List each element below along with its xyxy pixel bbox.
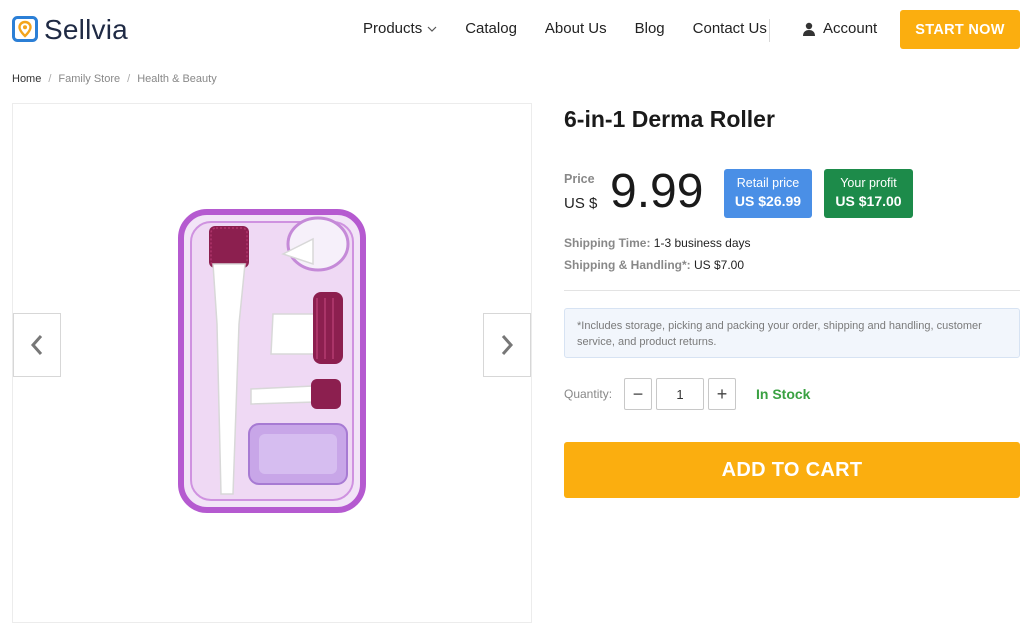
nav-products[interactable]: Products bbox=[363, 20, 437, 37]
chevron-down-icon bbox=[427, 26, 437, 32]
nav-contact-us-label: Contact Us bbox=[692, 20, 767, 37]
location-pin-logo-icon bbox=[12, 16, 38, 42]
shipping-handling-row: Shipping & Handling*: US $7.00 bbox=[564, 258, 744, 272]
quantity-input[interactable] bbox=[656, 378, 704, 410]
logo[interactable]: Sellvia bbox=[12, 14, 128, 46]
nav-divider bbox=[769, 19, 770, 42]
minus-icon: − bbox=[632, 383, 644, 404]
product-title: 6-in-1 Derma Roller bbox=[564, 106, 775, 132]
breadcrumb-family-store[interactable]: Family Store bbox=[58, 73, 120, 85]
user-icon bbox=[803, 22, 815, 36]
quantity-increase-button[interactable]: + bbox=[708, 378, 736, 410]
nav-about-us-label: About Us bbox=[544, 20, 607, 37]
account-link[interactable]: Account bbox=[802, 20, 877, 37]
breadcrumb-separator: / bbox=[127, 73, 131, 85]
gallery-next-button[interactable] bbox=[483, 313, 531, 377]
product-image[interactable] bbox=[173, 204, 373, 514]
stock-status: In Stock bbox=[756, 386, 811, 402]
section-divider bbox=[564, 290, 1020, 291]
quantity-label: Quantity: bbox=[564, 387, 613, 401]
breadcrumb-separator: / bbox=[48, 73, 52, 85]
price-label: Price bbox=[564, 172, 595, 186]
shipping-time-label: Shipping Time: bbox=[564, 236, 651, 250]
retail-price-label: Retail price bbox=[736, 176, 800, 190]
shipping-handling-value: US $7.00 bbox=[694, 258, 745, 272]
start-now-button[interactable]: START NOW bbox=[900, 10, 1020, 49]
site-header: Sellvia Products Catalog About Us Blog C… bbox=[0, 0, 1036, 62]
breadcrumb: Home / Family Store / Health & Beauty bbox=[12, 73, 217, 85]
shipping-handling-label: Shipping & Handling*: bbox=[564, 258, 691, 272]
chevron-left-icon bbox=[30, 335, 43, 355]
retail-price-value: US $26.99 bbox=[734, 193, 802, 209]
account-label: Account bbox=[823, 20, 878, 37]
breadcrumb-health-beauty[interactable]: Health & Beauty bbox=[137, 73, 217, 85]
retail-price-badge: Retail price US $26.99 bbox=[724, 169, 812, 218]
price-currency: US $ bbox=[564, 195, 598, 212]
shipping-time-value: 1-3 business days bbox=[653, 236, 751, 250]
quantity-decrease-button[interactable]: − bbox=[624, 378, 652, 410]
nav-contact-us[interactable]: Contact Us bbox=[693, 20, 767, 37]
profit-badge: Your profit US $17.00 bbox=[824, 169, 913, 218]
main-nav: Products Catalog About Us Blog Contact U… bbox=[363, 20, 767, 37]
nav-catalog-label: Catalog bbox=[465, 20, 517, 37]
add-to-cart-button[interactable]: ADD TO CART bbox=[564, 442, 1020, 498]
shipping-note: *Includes storage, picking and packing y… bbox=[564, 308, 1020, 358]
profit-value: US $17.00 bbox=[835, 193, 902, 209]
nav-blog[interactable]: Blog bbox=[635, 20, 665, 37]
nav-catalog[interactable]: Catalog bbox=[465, 20, 517, 37]
price-value: 9.99 bbox=[610, 165, 704, 218]
nav-blog-label: Blog bbox=[634, 20, 665, 37]
logo-text: Sellvia bbox=[44, 14, 128, 45]
chevron-right-icon bbox=[501, 335, 514, 355]
gallery-prev-button[interactable] bbox=[13, 313, 61, 377]
product-gallery bbox=[12, 103, 532, 623]
shipping-time-row: Shipping Time: 1-3 business days bbox=[564, 236, 751, 250]
nav-about-us[interactable]: About Us bbox=[545, 20, 607, 37]
breadcrumb-home[interactable]: Home bbox=[12, 73, 41, 85]
nav-products-label: Products bbox=[363, 20, 423, 37]
plus-icon: + bbox=[716, 383, 728, 404]
profit-label: Your profit bbox=[840, 176, 897, 190]
